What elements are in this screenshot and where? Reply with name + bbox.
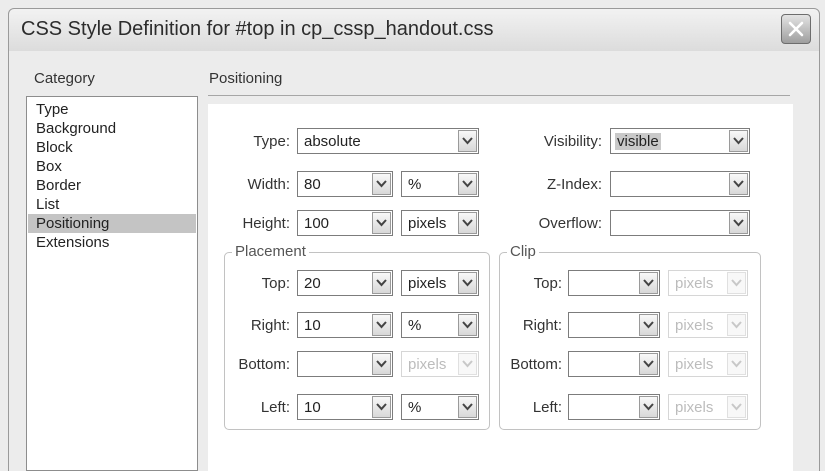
section-title: Positioning bbox=[209, 70, 283, 87]
placement-left-unit: % bbox=[408, 399, 422, 416]
chevron-down-icon[interactable] bbox=[458, 314, 477, 336]
width-unit-value: % bbox=[408, 176, 422, 193]
placement-top-input[interactable]: 20 bbox=[297, 270, 393, 296]
chevron-down-icon[interactable] bbox=[372, 314, 391, 336]
title-bar: CSS Style Definition for #top in cp_cssp… bbox=[8, 8, 820, 52]
chevron-down-icon[interactable] bbox=[729, 212, 748, 234]
dialog-window: CSS Style Definition for #top in cp_cssp… bbox=[0, 0, 825, 471]
chevron-down-icon bbox=[727, 272, 746, 294]
chevron-down-icon[interactable] bbox=[372, 212, 391, 234]
clip-top-unit: pixels bbox=[675, 275, 714, 292]
chevron-down-icon[interactable] bbox=[639, 353, 658, 375]
placement-top-unit-select[interactable]: pixels bbox=[401, 270, 479, 296]
window-title: CSS Style Definition for #top in cp_cssp… bbox=[21, 18, 494, 40]
zindex-label: Z-Index: bbox=[546, 176, 602, 193]
overflow-label: Overflow: bbox=[538, 215, 602, 232]
overflow-select[interactable] bbox=[610, 210, 750, 236]
category-item-block[interactable]: Block bbox=[28, 138, 196, 157]
placement-right-unit-select[interactable]: % bbox=[401, 312, 479, 338]
category-item-border[interactable]: Border bbox=[28, 176, 196, 195]
placement-right-value: 10 bbox=[304, 317, 321, 334]
chevron-down-icon bbox=[458, 353, 477, 375]
clip-legend: Clip bbox=[507, 243, 539, 260]
clip-left-label: Left: bbox=[532, 399, 562, 416]
chevron-down-icon[interactable] bbox=[639, 314, 658, 336]
placement-bottom-input[interactable] bbox=[297, 351, 393, 377]
chevron-down-icon[interactable] bbox=[372, 272, 391, 294]
chevron-down-icon[interactable] bbox=[458, 130, 477, 152]
placement-top-label: Top: bbox=[261, 275, 290, 292]
chevron-down-icon[interactable] bbox=[372, 396, 391, 418]
placement-bottom-unit: pixels bbox=[408, 356, 447, 373]
type-label: Type: bbox=[253, 133, 290, 150]
category-heading: Category bbox=[34, 70, 95, 87]
type-select[interactable]: absolute bbox=[297, 128, 479, 154]
placement-left-label: Left: bbox=[260, 399, 290, 416]
zindex-input[interactable] bbox=[610, 171, 750, 197]
height-input[interactable]: 100 bbox=[297, 210, 393, 236]
clip-bottom-unit-select: pixels bbox=[668, 351, 748, 377]
clip-right-unit: pixels bbox=[675, 317, 714, 334]
chevron-down-icon[interactable] bbox=[729, 173, 748, 195]
placement-right-input[interactable]: 10 bbox=[297, 312, 393, 338]
clip-bottom-input[interactable] bbox=[568, 351, 660, 377]
clip-left-input[interactable] bbox=[568, 394, 660, 420]
category-item-background[interactable]: Background bbox=[28, 119, 196, 138]
placement-left-input[interactable]: 10 bbox=[297, 394, 393, 420]
clip-top-input[interactable] bbox=[568, 270, 660, 296]
height-unit-select[interactable]: pixels bbox=[401, 210, 479, 236]
visibility-value: visible bbox=[615, 133, 661, 150]
chevron-down-icon bbox=[727, 396, 746, 418]
placement-bottom-label: Bottom: bbox=[238, 356, 290, 373]
close-icon bbox=[788, 21, 804, 37]
chevron-down-icon[interactable] bbox=[372, 353, 391, 375]
chevron-down-icon[interactable] bbox=[372, 173, 391, 195]
category-item-list[interactable]: List bbox=[28, 195, 196, 214]
clip-top-unit-select: pixels bbox=[668, 270, 748, 296]
placement-left-unit-select[interactable]: % bbox=[401, 394, 479, 420]
category-item-box[interactable]: Box bbox=[28, 157, 196, 176]
placement-top-unit: pixels bbox=[408, 275, 447, 292]
placement-left-value: 10 bbox=[304, 399, 321, 416]
chevron-down-icon[interactable] bbox=[639, 272, 658, 294]
placement-legend: Placement bbox=[232, 243, 309, 260]
clip-left-unit: pixels bbox=[675, 399, 714, 416]
chevron-down-icon[interactable] bbox=[639, 396, 658, 418]
chevron-down-icon bbox=[727, 314, 746, 336]
category-item-positioning[interactable]: Positioning bbox=[28, 214, 196, 233]
chevron-down-icon[interactable] bbox=[458, 396, 477, 418]
clip-right-label: Right: bbox=[522, 317, 562, 334]
clip-top-label: Top: bbox=[533, 275, 562, 292]
category-item-extensions[interactable]: Extensions bbox=[28, 233, 196, 252]
visibility-label: Visibility: bbox=[543, 133, 602, 150]
height-value: 100 bbox=[304, 215, 330, 232]
chevron-down-icon[interactable] bbox=[458, 272, 477, 294]
chevron-down-icon bbox=[727, 353, 746, 375]
placement-right-unit: % bbox=[408, 317, 422, 334]
clip-left-unit-select: pixels bbox=[668, 394, 748, 420]
category-item-type[interactable]: Type bbox=[28, 100, 196, 119]
width-input[interactable]: 80 bbox=[297, 171, 393, 197]
chevron-down-icon[interactable] bbox=[458, 173, 477, 195]
close-button[interactable] bbox=[781, 14, 811, 44]
width-label: Width: bbox=[247, 176, 290, 193]
clip-bottom-label: Bottom: bbox=[510, 356, 562, 373]
placement-top-value: 20 bbox=[304, 275, 321, 292]
width-value: 80 bbox=[304, 176, 321, 193]
visibility-select[interactable]: visible bbox=[610, 128, 750, 154]
category-list[interactable]: Type Background Block Box Border List Po… bbox=[26, 96, 198, 471]
clip-right-unit-select: pixels bbox=[668, 312, 748, 338]
section-divider bbox=[208, 95, 790, 96]
clip-right-input[interactable] bbox=[568, 312, 660, 338]
height-unit-value: pixels bbox=[408, 215, 447, 232]
chevron-down-icon[interactable] bbox=[729, 130, 748, 152]
chevron-down-icon[interactable] bbox=[458, 212, 477, 234]
placement-bottom-unit-select: pixels bbox=[401, 351, 479, 377]
clip-bottom-unit: pixels bbox=[675, 356, 714, 373]
type-value: absolute bbox=[304, 133, 361, 150]
height-label: Height: bbox=[242, 215, 290, 232]
width-unit-select[interactable]: % bbox=[401, 171, 479, 197]
placement-right-label: Right: bbox=[250, 317, 290, 334]
